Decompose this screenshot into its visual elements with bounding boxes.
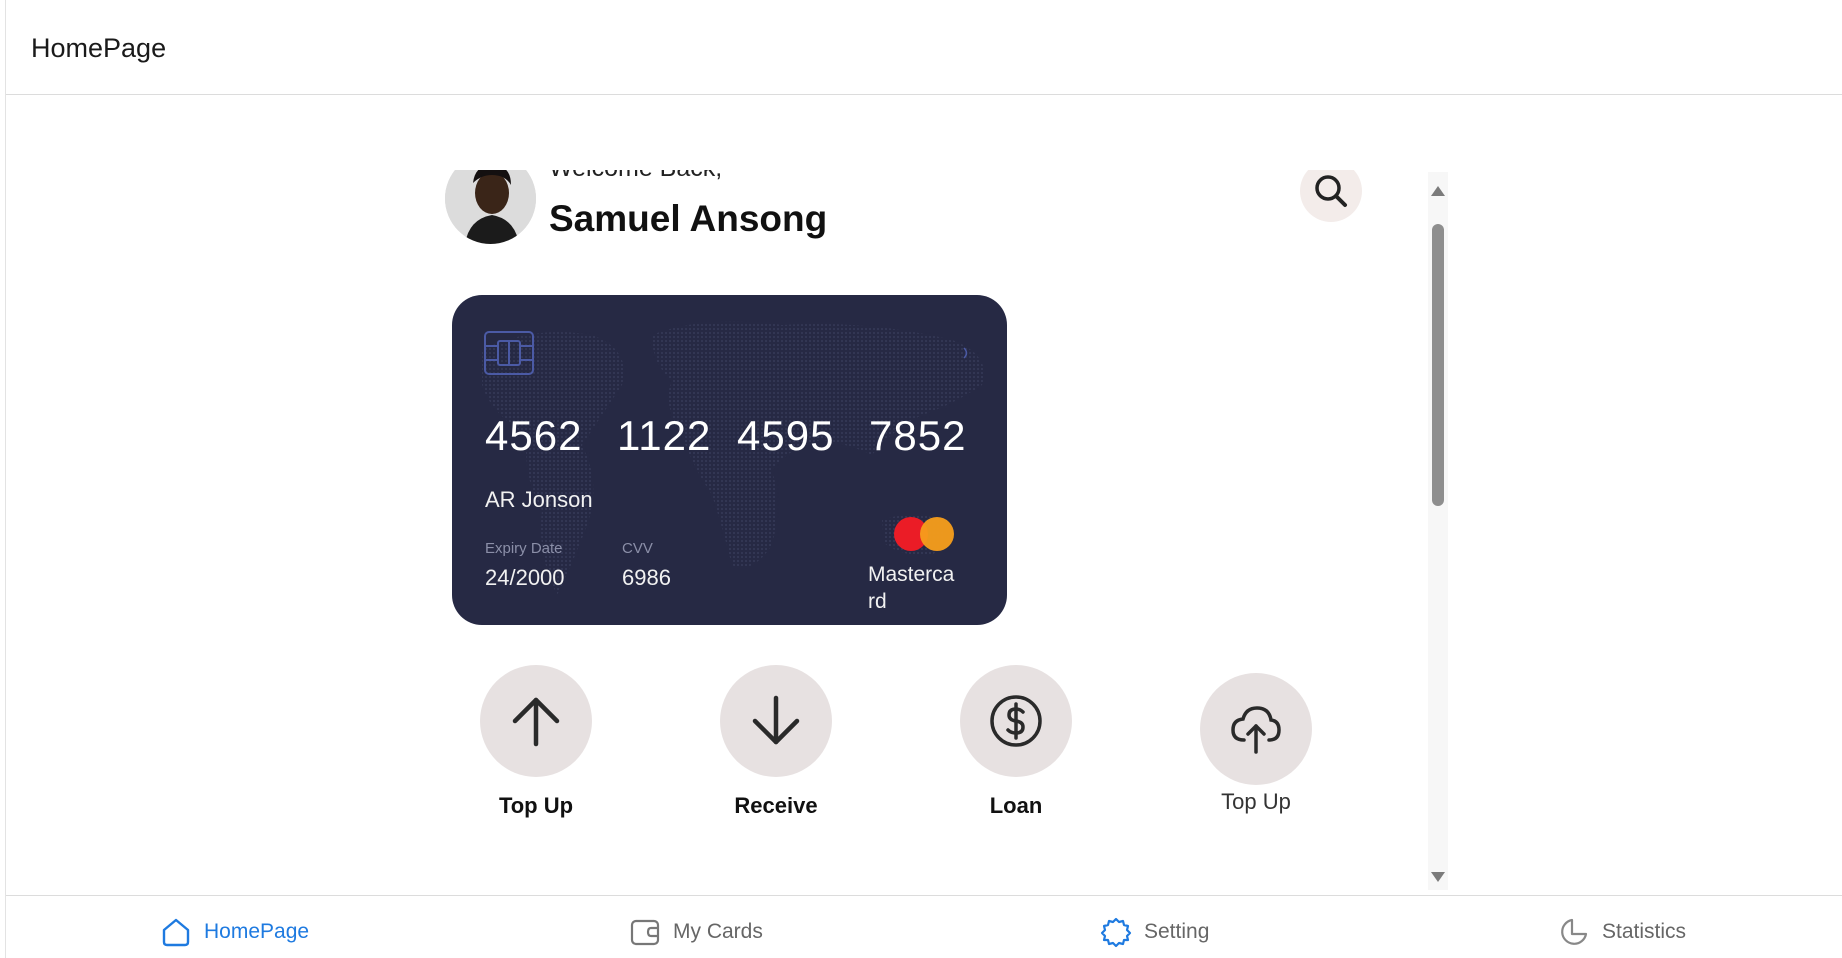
arrow-up-icon [512, 697, 560, 747]
scroll-thumb[interactable] [1432, 224, 1444, 506]
action-circle [1200, 673, 1312, 785]
app-header: HomePage [6, 0, 1842, 95]
nav-item-setting[interactable]: Setting [1100, 916, 1209, 948]
action-circle [720, 665, 832, 777]
card-number-group-4: 7852 [869, 412, 967, 459]
dollar-circle-icon [990, 695, 1042, 747]
top-up-cloud-button[interactable]: Top Up [1156, 673, 1356, 815]
card-number-group-2: 1122 [617, 412, 712, 459]
loan-button[interactable]: Loan [916, 665, 1116, 819]
action-circle [960, 665, 1072, 777]
app-window: HomePage Welcome Back, Samuel Ansong [5, 0, 1842, 958]
avatar[interactable] [445, 170, 536, 244]
action-label: Top Up [1221, 789, 1291, 814]
nav-item-label: HomePage [204, 920, 310, 943]
wallet-icon [630, 919, 660, 946]
expiry-label: Expiry Date [485, 540, 563, 557]
chip-icon [484, 331, 534, 375]
bottom-nav: HomePage My Cards Setting Statistics [6, 895, 1842, 958]
pie-chart-icon [1561, 918, 1588, 945]
contactless-icon [963, 347, 968, 359]
card-number: 4562 1122 4595 7852 [485, 412, 966, 460]
card-number-group-1: 4562 [485, 412, 583, 459]
credit-card[interactable]: 4562 1122 4595 7852 AR Jonson Expiry Dat… [452, 295, 1007, 625]
cvv-value: 6986 [622, 565, 671, 590]
receive-button[interactable]: Receive [676, 665, 876, 819]
settings-icon [1100, 917, 1132, 948]
page-title: HomePage [31, 33, 167, 63]
card-brand: Mastercard [868, 563, 955, 613]
content-scrollbar[interactable] [1428, 172, 1448, 890]
quick-actions: Top Up Receive Loan Top Up [438, 665, 1398, 825]
nav-item-my-cards[interactable]: My Cards [629, 916, 763, 948]
action-label: Receive [734, 793, 818, 818]
expiry-value: 24/2000 [485, 565, 565, 590]
scroll-up-arrow-icon[interactable] [1431, 186, 1445, 196]
nav-item-label: Setting [1144, 920, 1210, 943]
welcome-greeting: Welcome Back, [549, 170, 722, 183]
nav-item-label: Statistics [1602, 920, 1687, 943]
cvv-label: CVV [622, 540, 653, 557]
nav-item-label: My Cards [673, 920, 763, 943]
nav-item-homepage[interactable]: HomePage [160, 916, 309, 948]
mastercard-logo-icon [894, 517, 956, 553]
scroll-down-arrow-icon[interactable] [1431, 872, 1445, 882]
cloud-upload-icon [1231, 706, 1281, 754]
arrow-down-icon [752, 695, 800, 745]
action-label: Top Up [498, 793, 574, 818]
user-name: Samuel Ansong [549, 198, 828, 239]
top-up-button[interactable]: Top Up [438, 665, 636, 819]
home-icon [162, 918, 190, 947]
nav-item-statistics[interactable]: Statistics [1558, 916, 1686, 948]
action-label: Loan [989, 793, 1043, 818]
search-button[interactable] [1300, 170, 1362, 222]
card-number-group-3: 4595 [737, 412, 835, 459]
home-content: Welcome Back, Samuel Ansong [438, 170, 1448, 888]
welcome-row: Welcome Back, Samuel Ansong [438, 170, 1368, 250]
action-circle [480, 665, 592, 777]
search-icon [1315, 175, 1347, 207]
card-holder-name: AR Jonson [485, 487, 593, 512]
